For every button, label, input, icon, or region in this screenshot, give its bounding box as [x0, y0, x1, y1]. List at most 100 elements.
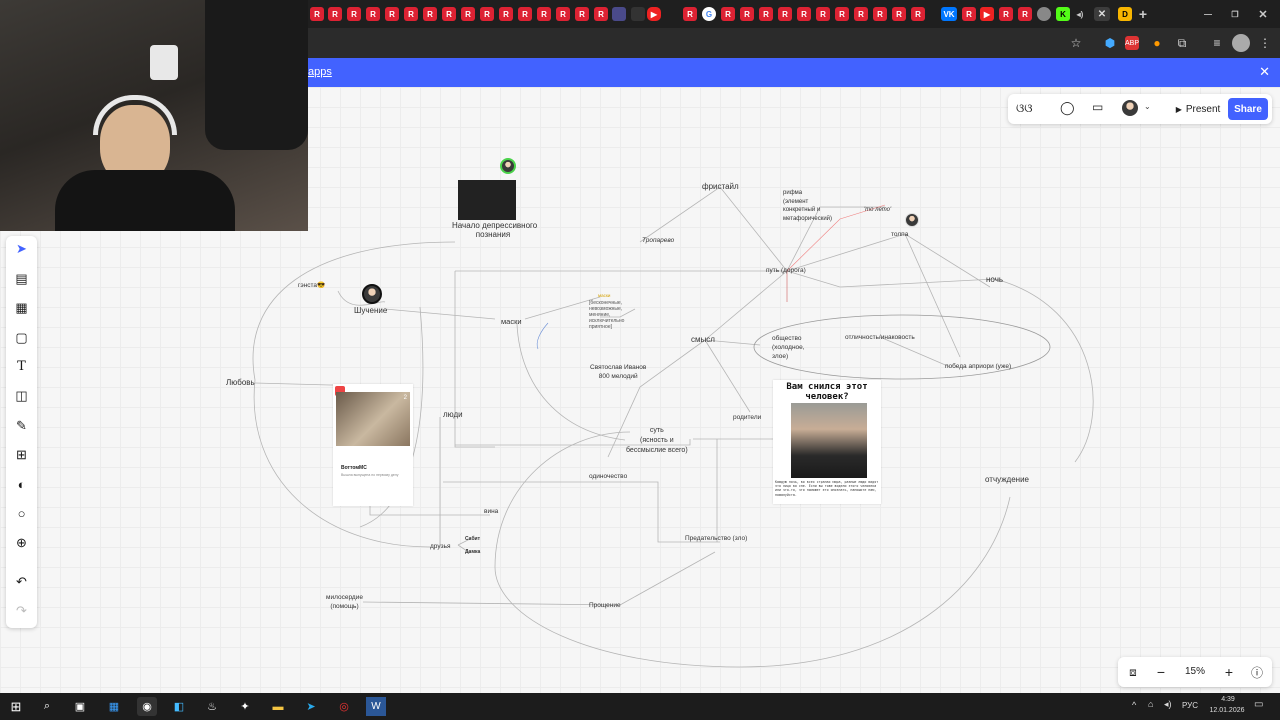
undo-icon[interactable]: ↶	[12, 572, 31, 591]
start-icon[interactable]: ⊞	[6, 697, 26, 716]
tab-favicon-icon[interactable]: R	[310, 7, 324, 21]
donationalerts-icon[interactable]: D	[1118, 7, 1132, 21]
tab-favicon-icon[interactable]: R	[721, 7, 735, 21]
share-button[interactable]: Share	[1228, 98, 1268, 120]
collaborator-avatar[interactable]	[362, 284, 382, 304]
zoom-level[interactable]: 15%	[1179, 666, 1211, 677]
tray-network-icon[interactable]: ⌂	[1148, 699, 1153, 709]
tab-favicon-icon[interactable]: R	[816, 7, 830, 21]
templates-icon[interactable]: ▤	[12, 269, 31, 288]
zoom-in-icon[interactable]: +	[1219, 662, 1239, 682]
tray-chevron-icon[interactable]: ^	[1132, 700, 1136, 710]
reactions-icon[interactable]: ଓଓ	[1016, 101, 1044, 117]
text-icon[interactable]: T	[12, 357, 31, 376]
tab-favicon-icon[interactable]: R	[347, 7, 361, 21]
notifications-icon[interactable]: ▭	[1254, 699, 1263, 710]
tab-search-icon[interactable]: ≡	[1208, 34, 1226, 52]
restore-icon[interactable]: ❐	[1228, 7, 1242, 21]
zoom-out-icon[interactable]: −	[1151, 662, 1171, 682]
comment-icon[interactable]: ○	[12, 504, 31, 523]
chevron-down-icon[interactable]: ⌄	[1144, 102, 1151, 111]
task-view-icon[interactable]: ▣	[70, 697, 90, 716]
app-icon[interactable]: ✦	[235, 697, 255, 716]
kick-icon[interactable]: K	[1056, 7, 1070, 21]
select-cursor-icon[interactable]: ➤	[12, 239, 31, 258]
tab-favicon-icon[interactable]: R	[873, 7, 887, 21]
extension-icon[interactable]: ⬢	[1101, 34, 1119, 52]
redo-icon[interactable]: ↷	[12, 601, 31, 620]
app-icon[interactable]: ◧	[169, 697, 189, 716]
file-explorer-icon[interactable]: ▬	[268, 697, 288, 716]
tab-favicon-icon[interactable]: R	[835, 7, 849, 21]
tab-favicon-icon[interactable]	[612, 7, 626, 21]
tab-favicon-icon[interactable]: R	[385, 7, 399, 21]
tab-favicon-icon[interactable]: R	[778, 7, 792, 21]
extensions-puzzle-icon[interactable]: ⧉	[1173, 34, 1191, 52]
comments-icon[interactable]: ◯	[1060, 100, 1078, 118]
pinned-image-card[interactable]: 2 ВоттомМС Вышла выпущена по первому дел…	[333, 384, 413, 506]
search-icon[interactable]: ⌕	[37, 697, 57, 716]
tab-favicon-icon[interactable]: R	[366, 7, 380, 21]
speaker-icon[interactable]: ◂)	[1073, 7, 1087, 21]
tab-favicon-icon[interactable]: R	[911, 7, 925, 21]
tab-favicon-icon[interactable]: R	[442, 7, 456, 21]
tab-favicon-icon[interactable]: R	[480, 7, 494, 21]
tab-favicon-icon[interactable]: R	[537, 7, 551, 21]
window-close-icon[interactable]: ✕	[1256, 7, 1270, 21]
youtube-icon[interactable]: ▶	[980, 7, 994, 21]
steam-icon[interactable]: ♨	[202, 697, 222, 716]
user-avatar[interactable]	[1122, 100, 1138, 116]
adblock-icon[interactable]: ABP	[1125, 36, 1139, 50]
tab-close-icon[interactable]: ✕	[1094, 7, 1110, 21]
tab-favicon-icon[interactable]: R	[854, 7, 868, 21]
sticky-note-icon[interactable]: ▢	[12, 328, 31, 347]
clock-time[interactable]: 4:39	[1208, 696, 1248, 703]
tab-favicon-icon[interactable]: R	[328, 7, 342, 21]
calculator-icon[interactable]: ▦	[104, 697, 124, 716]
tab-favicon-icon[interactable]: R	[892, 7, 906, 21]
profile-avatar[interactable]	[1232, 34, 1250, 52]
banner-close-icon[interactable]: ✕	[1259, 64, 1270, 80]
tab-favicon-icon[interactable]: R	[797, 7, 811, 21]
tab-favicon-icon[interactable]: R	[999, 7, 1013, 21]
tab-favicon-icon[interactable]: R	[461, 7, 475, 21]
browser-menu-icon[interactable]: ⋮	[1256, 34, 1274, 52]
language-indicator[interactable]: РУС	[1182, 701, 1198, 710]
fit-screen-icon[interactable]: ⧈	[1123, 662, 1143, 682]
minimize-icon[interactable]: —	[1201, 7, 1215, 21]
palette-icon[interactable]: ◐	[12, 475, 31, 494]
tab-favicon-icon[interactable]: R	[575, 7, 589, 21]
tab-favicon-icon[interactable]: R	[423, 7, 437, 21]
tab-favicon-icon[interactable]: R	[759, 7, 773, 21]
extension-icon[interactable]: ●	[1148, 34, 1166, 52]
tab-favicon-icon[interactable]: R	[740, 7, 754, 21]
help-icon[interactable]: ⓘ	[1247, 662, 1267, 682]
crop-frame-icon[interactable]: ⊞	[12, 445, 31, 464]
present-button[interactable]: ▶ Present	[1166, 98, 1230, 120]
tab-favicon-icon[interactable]: R	[556, 7, 570, 21]
tab-favicon-icon[interactable]: R	[518, 7, 532, 21]
globe-icon[interactable]	[1037, 7, 1051, 21]
frame-layout-icon[interactable]: ▦	[12, 298, 31, 317]
bookmark-star-icon[interactable]: ☆	[1067, 34, 1085, 52]
banner-link[interactable]: apps	[308, 66, 332, 78]
tab-favicon-icon[interactable]: R	[683, 7, 697, 21]
tab-favicon-icon[interactable]: R	[962, 7, 976, 21]
add-more-icon[interactable]: ⊕	[12, 533, 31, 552]
tab-favicon-icon[interactable]: R	[594, 7, 608, 21]
collaborator-avatar[interactable]	[500, 158, 516, 174]
app-icon[interactable]: ◎	[334, 697, 354, 716]
collaborator-avatar[interactable]	[905, 213, 919, 227]
word-icon[interactable]: W	[366, 697, 386, 716]
tab-favicon-icon[interactable]: R	[1018, 7, 1032, 21]
tab-favicon-icon[interactable]	[631, 7, 645, 21]
new-tab-icon[interactable]: +	[1136, 6, 1150, 22]
clock-date[interactable]: 12.01.2026	[1202, 707, 1252, 714]
chrome-icon[interactable]: ◉	[137, 697, 157, 716]
video-call-icon[interactable]: ▭	[1092, 100, 1110, 118]
tab-favicon-icon[interactable]: R	[499, 7, 513, 21]
dream-person-card[interactable]: Вам снился этот человек? Каждую ночь, во…	[773, 380, 881, 504]
tab-favicon-icon[interactable]: R	[404, 7, 418, 21]
vk-icon[interactable]: VK	[941, 7, 957, 21]
dark-image-card[interactable]	[458, 180, 516, 220]
